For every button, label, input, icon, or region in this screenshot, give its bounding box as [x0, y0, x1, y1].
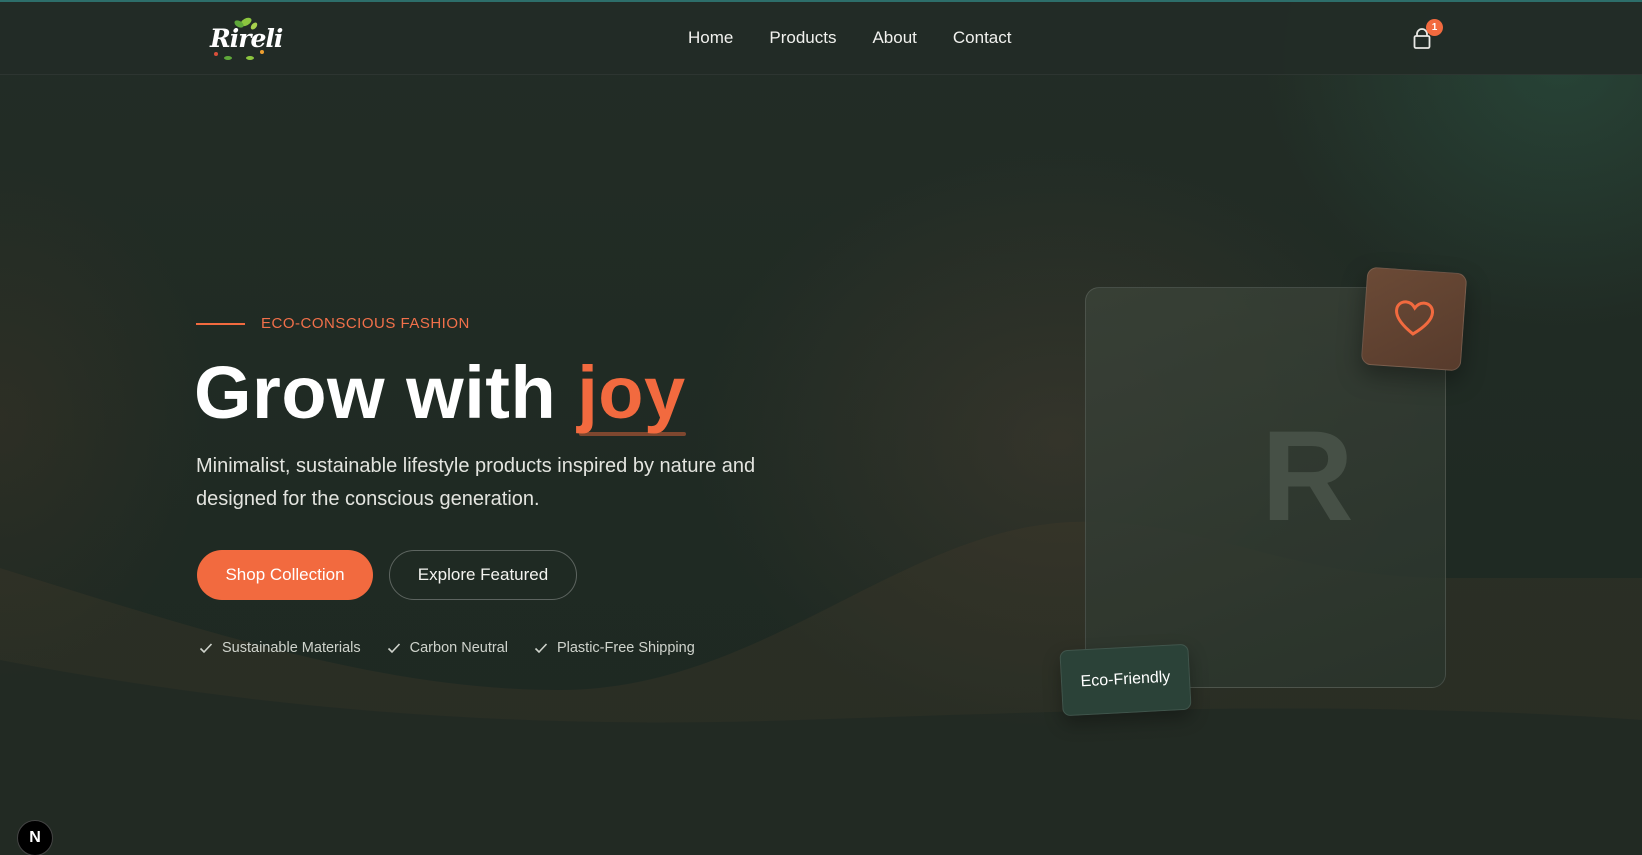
feature-label: Plastic-Free Shipping	[556, 640, 695, 656]
main-nav: Home Products About Contact	[688, 28, 1011, 48]
shop-collection-button[interactable]: Shop Collection	[197, 550, 373, 600]
hero-eyebrow: ECO-CONSCIOUS FASHION	[196, 315, 470, 332]
check-icon	[534, 643, 548, 654]
feature-item: Carbon Neutral	[387, 640, 508, 656]
page: Rireli Home Products About Contact 1 ECO…	[0, 0, 1642, 855]
dev-tools-badge[interactable]: N	[17, 820, 53, 855]
hero-title-accent: joy	[577, 348, 687, 438]
nav-contact[interactable]: Contact	[953, 28, 1012, 48]
eyebrow-line	[196, 322, 245, 325]
explore-featured-button[interactable]: Explore Featured	[389, 550, 577, 600]
feature-label: Sustainable Materials	[222, 640, 361, 656]
heart-icon	[1395, 300, 1434, 336]
logo-wordmark: Rireli	[210, 24, 283, 53]
favorite-tile[interactable]	[1360, 266, 1468, 372]
eyebrow-text: ECO-CONSCIOUS FASHION	[261, 315, 470, 332]
hero-title-main: Grow with	[194, 351, 578, 434]
site-header: Rireli Home Products About Contact 1	[0, 2, 1642, 75]
hero-title: Grow with joy	[194, 348, 687, 438]
nav-products[interactable]: Products	[769, 28, 836, 48]
site-logo[interactable]: Rireli	[206, 14, 283, 62]
feature-list: Sustainable Materials Carbon Neutral Pla…	[199, 640, 695, 656]
check-icon	[387, 643, 400, 654]
feature-item: Sustainable Materials	[199, 640, 361, 656]
feature-item: Plastic-Free Shipping	[534, 640, 695, 656]
feature-label: Carbon Neutral	[409, 640, 508, 656]
check-icon	[199, 643, 213, 654]
card-placeholder-letter: R	[1261, 405, 1354, 548]
eco-friendly-badge: Eco-Friendly	[1059, 643, 1192, 717]
nav-home[interactable]: Home	[688, 28, 733, 48]
cart-count-badge: 1	[1426, 19, 1443, 36]
hero-description: Minimalist, sustainable lifestyle produc…	[196, 455, 756, 510]
nav-about[interactable]: About	[872, 28, 916, 48]
